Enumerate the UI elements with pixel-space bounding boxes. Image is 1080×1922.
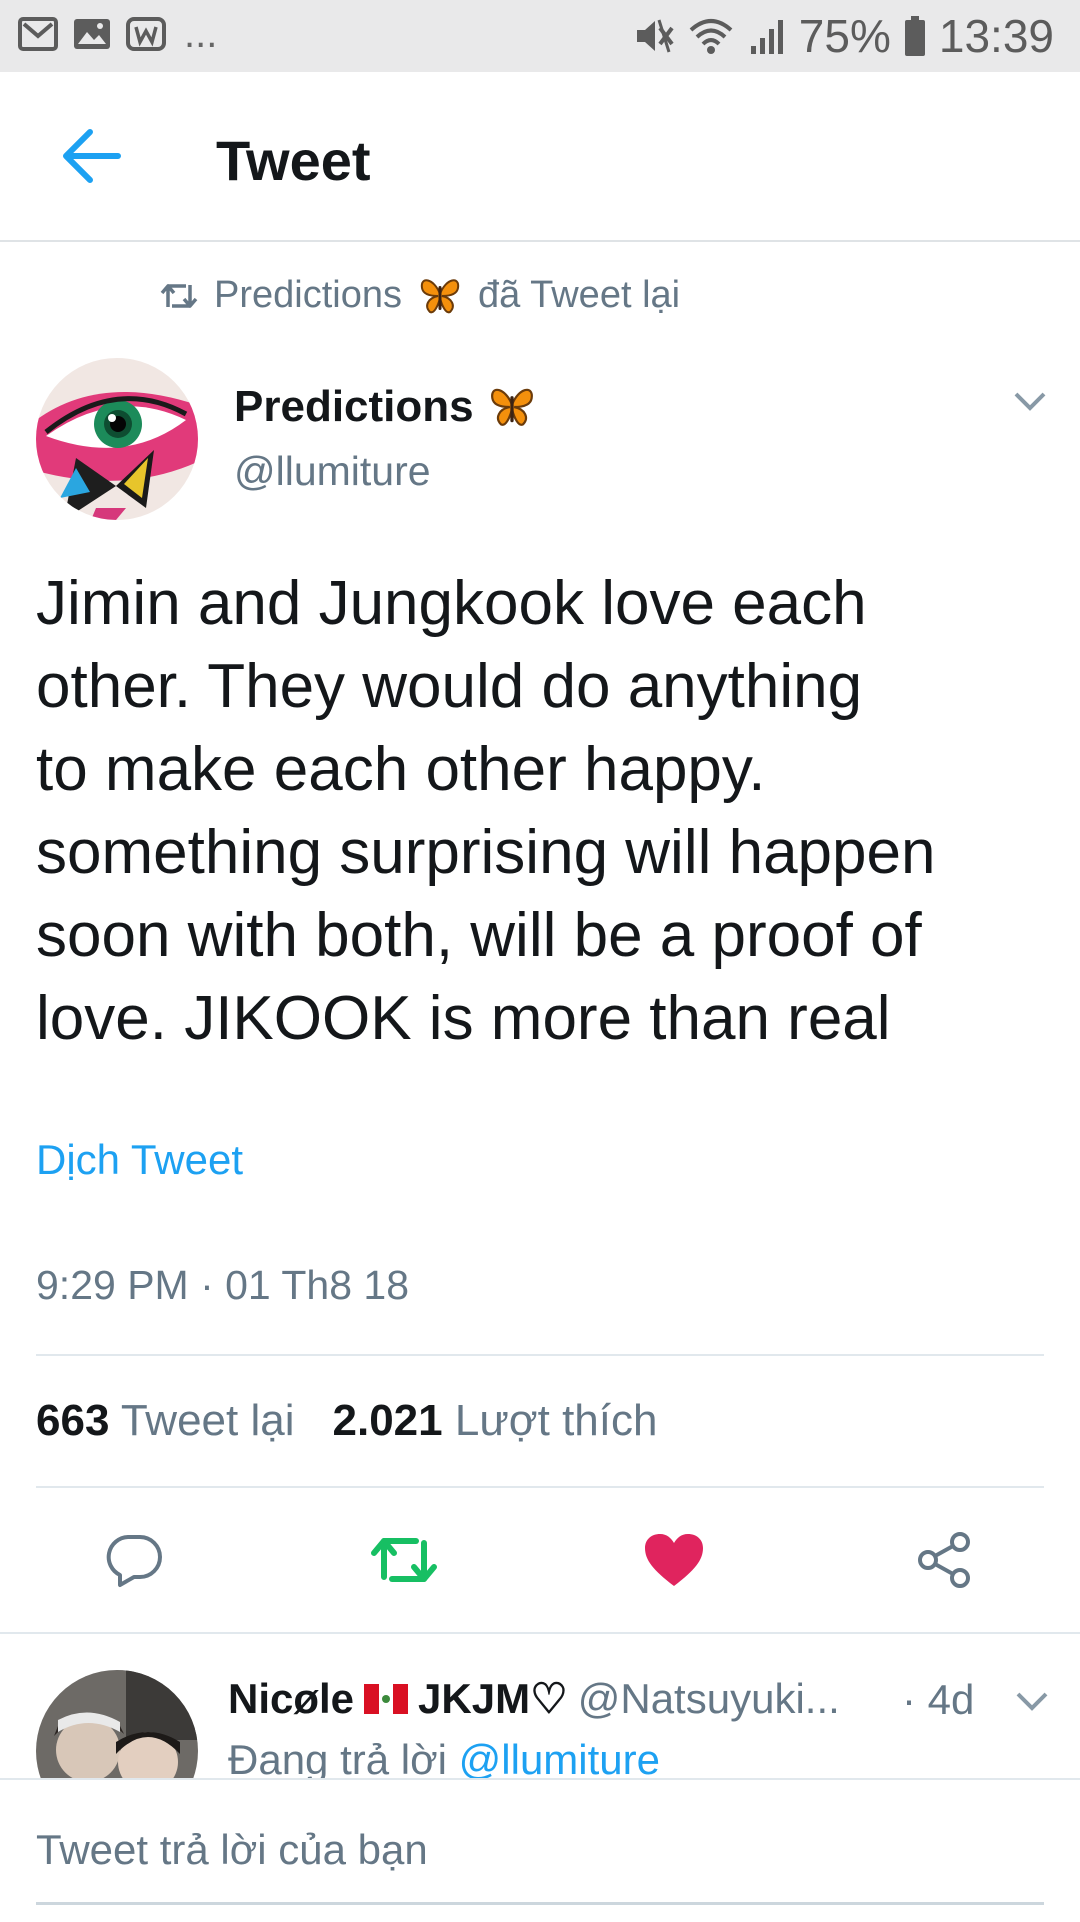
retweets-label: Tweet lại — [120, 1396, 295, 1445]
butterfly-emoji-icon — [420, 278, 460, 313]
likes-stat[interactable]: 2.021 Lượt thích — [333, 1396, 658, 1446]
tweet-timestamp: 9:29 PM · 01 Th8 18 — [36, 1262, 410, 1308]
app-w-icon — [126, 17, 166, 51]
butterfly-emoji-icon — [490, 388, 533, 426]
tweet-line: something surprising will happen — [36, 818, 936, 887]
tweet-actions — [0, 1526, 1080, 1594]
chevron-down-icon — [1014, 392, 1046, 411]
chevron-down-icon — [1016, 1692, 1048, 1711]
share-button[interactable] — [910, 1526, 978, 1594]
battery-percent: 75% — [798, 10, 891, 62]
peru-flag-icon — [364, 1683, 409, 1714]
translate-tweet-link[interactable]: Dịch Tweet — [36, 1136, 243, 1184]
share-icon — [918, 1532, 970, 1588]
author-avatar[interactable] — [36, 358, 198, 520]
tweet-line: to make each other happy. — [36, 735, 766, 804]
likes-count: 2.021 — [332, 1396, 443, 1445]
divider — [0, 1632, 1080, 1634]
divider — [36, 1354, 1044, 1356]
tweet-text: Jimin and Jungkook love each other. They… — [36, 562, 1046, 1060]
back-button[interactable] — [56, 124, 126, 188]
clock: 13:39 — [938, 10, 1054, 62]
author-name: Predictions — [234, 382, 474, 431]
mute-icon — [636, 19, 674, 53]
retweeter-name: Predictions — [214, 274, 402, 316]
retweet-icon — [160, 283, 198, 308]
wifi-icon — [689, 19, 733, 54]
tweet-line: Jimin and Jungkook love each — [36, 569, 867, 638]
gallery-icon — [74, 19, 110, 49]
input-underline — [36, 1902, 1044, 1905]
replying-to: Đang trả lời @llumiture — [228, 1736, 660, 1784]
tweet-menu-button[interactable] — [1010, 388, 1050, 416]
replying-to-mention[interactable]: @llumiture — [459, 1736, 660, 1783]
retweets-count: 663 — [36, 1396, 110, 1445]
retweets-stat[interactable]: 663 Tweet lại — [36, 1396, 295, 1446]
tweet-line: soon with both, will be a proof of — [36, 901, 922, 970]
signal-icon — [750, 20, 783, 54]
tweet-stats: 663 Tweet lại 2.021 Lượt thích — [36, 1396, 657, 1446]
app-bar: Tweet — [0, 72, 1080, 242]
status-bar: ... 75% 13:39 — [0, 0, 1080, 72]
reply-input[interactable]: Tweet trả lời của bạn — [36, 1826, 428, 1874]
like-button[interactable] — [640, 1526, 708, 1594]
eye-butterfly-avatar-image — [36, 358, 198, 520]
reply-header[interactable]: Nicøle JKJM♡ @Natsuyuki... — [228, 1674, 840, 1723]
gmail-icon — [18, 17, 58, 51]
reply-time: · 4d — [902, 1676, 975, 1723]
retweet-suffix: đã Tweet lại — [477, 274, 681, 316]
author-handle[interactable]: @llumiture — [234, 448, 431, 495]
reply-button[interactable] — [100, 1526, 168, 1594]
status-right: 75% 13:39 — [633, 12, 1054, 60]
notification-icons: ... — [18, 14, 217, 54]
heart-icon — [645, 1534, 703, 1586]
reply-menu-button[interactable] — [1012, 1688, 1052, 1716]
retweet-icon — [371, 1538, 437, 1582]
retweet-button[interactable] — [370, 1526, 438, 1594]
tweet-line: love. JIKOOK is more than real — [36, 984, 891, 1053]
likes-label: Lượt thích — [454, 1396, 658, 1445]
replying-to-label: Đang trả lời — [228, 1736, 447, 1783]
reply-name-part1: Nicøle — [228, 1674, 355, 1722]
author-name-row[interactable]: Predictions — [234, 382, 536, 432]
reply-name-part2: JKJM♡ — [418, 1675, 568, 1722]
back-arrow-icon — [63, 129, 121, 183]
tweet-line: other. They would do anything — [36, 652, 863, 721]
reply-handle: @Natsuyuki... — [577, 1674, 840, 1722]
reply-compose-bar[interactable]: Tweet trả lời của bạn — [0, 1778, 1080, 1922]
more-notifications: ... — [184, 12, 218, 56]
battery-icon — [904, 16, 925, 56]
retweet-context[interactable]: Predictions đã Tweet lại — [160, 274, 680, 317]
divider — [36, 1486, 1044, 1488]
page-title: Tweet — [216, 129, 371, 192]
reply-icon — [106, 1535, 162, 1587]
